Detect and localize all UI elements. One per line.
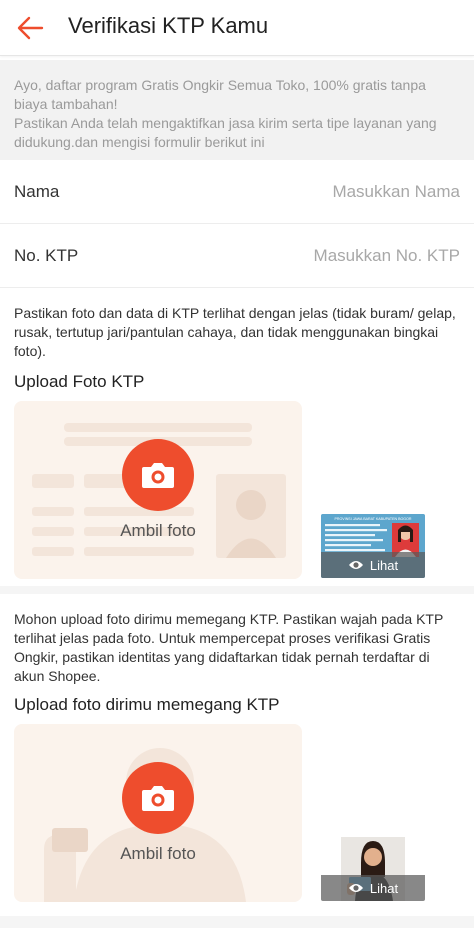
ktp-sample-header-text: PROVINSI JAWA BARAT KABUPATEN BOGOR (335, 517, 412, 521)
view-selfie-sample-label: Lihat (369, 880, 399, 896)
view-ktp-sample-label: Lihat (369, 557, 399, 573)
info-text-program: Ayo, daftar program Gratis Ongkir Semua … (14, 77, 426, 112)
camera-icon (142, 463, 174, 488)
selfie-photo-instructions: Mohon upload foto dirimu memegang KTP. P… (14, 611, 444, 684)
take-ktp-photo-button[interactable] (122, 439, 194, 511)
name-field-row: Nama (0, 160, 474, 224)
name-label: Nama (14, 182, 60, 201)
name-input[interactable] (200, 178, 460, 206)
bottom-divider (0, 916, 474, 928)
ktp-sample-thumbnail[interactable]: PROVINSI JAWA BARAT KABUPATEN BOGOR Liha… (321, 514, 425, 578)
camera-icon (142, 786, 174, 811)
take-selfie-photo-button[interactable] (122, 762, 194, 834)
section-divider (0, 586, 474, 594)
ktp-number-input[interactable] (200, 242, 460, 270)
app-header: Verifikasi KTP Kamu (0, 0, 474, 56)
ktp-number-field-row: No. KTP (0, 224, 474, 288)
view-ktp-sample-button[interactable]: Lihat (321, 552, 425, 578)
selfie-sample-thumbnail[interactable]: Lihat (321, 837, 425, 901)
eye-icon (348, 884, 363, 892)
back-arrow-icon[interactable] (12, 10, 48, 46)
ktp-upload-title: Upload Foto KTP (14, 372, 145, 391)
selfie-upload-title: Upload foto dirimu memegang KTP (14, 695, 280, 714)
eye-icon (348, 561, 363, 569)
page-title: Verifikasi KTP Kamu (68, 13, 269, 38)
selfie-upload-area[interactable]: Ambil foto (14, 724, 302, 902)
take-ktp-photo-label: Ambil foto (120, 521, 196, 540)
program-info-banner: Ayo, daftar program Gratis Ongkir Semua … (0, 60, 474, 160)
info-text-requirements: Pastikan Anda telah mengaktifkan jasa ki… (14, 115, 437, 150)
ktp-upload-area[interactable]: Ambil foto (14, 401, 302, 579)
ktp-photo-instructions: Pastikan foto dan data di KTP terlihat d… (14, 305, 456, 359)
view-selfie-sample-button[interactable]: Lihat (321, 875, 425, 901)
take-selfie-photo-label: Ambil foto (120, 844, 196, 863)
ktp-number-label: No. KTP (14, 246, 79, 265)
